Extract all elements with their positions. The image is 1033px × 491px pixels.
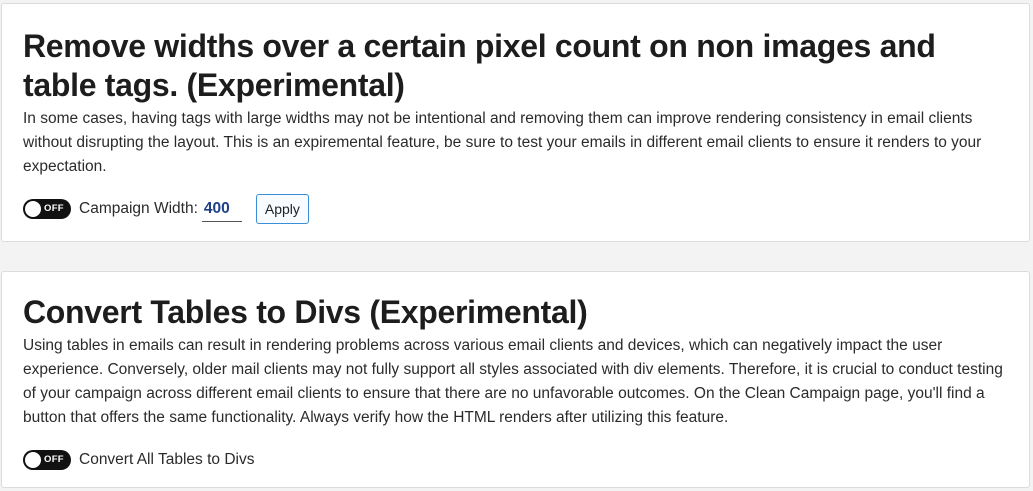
apply-button[interactable]: Apply (255, 194, 309, 224)
remove-widths-card: Remove widths over a certain pixel count… (1, 3, 1030, 242)
settings-page: Remove widths over a certain pixel count… (0, 0, 1033, 491)
toggle-knob (25, 452, 41, 468)
toggle-state-label: OFF (44, 203, 64, 214)
remove-widths-description: In some cases, having tags with large wi… (23, 110, 982, 175)
toggle-knob (25, 201, 41, 217)
convert-tables-card: Convert Tables to Divs (Experimental) Us… (1, 271, 1030, 488)
remove-widths-title: Remove widths over a certain pixel count… (23, 28, 936, 103)
convert-tables-title: Convert Tables to Divs (Experimental) (23, 294, 588, 330)
convert-tables-description: Using tables in emails can result in ren… (23, 337, 1003, 426)
convert-tables-label: Convert All Tables to Divs (79, 451, 255, 468)
campaign-width-input[interactable] (201, 196, 242, 222)
convert-tables-toggle[interactable]: OFF (23, 450, 71, 470)
remove-widths-controls: OFF Campaign Width: Apply (23, 193, 1008, 225)
campaign-width-label: Campaign Width: (79, 200, 198, 217)
toggle-state-label: OFF (44, 454, 64, 465)
convert-tables-controls: OFF Convert All Tables to Divs (23, 444, 1008, 476)
remove-widths-toggle[interactable]: OFF (23, 199, 71, 219)
